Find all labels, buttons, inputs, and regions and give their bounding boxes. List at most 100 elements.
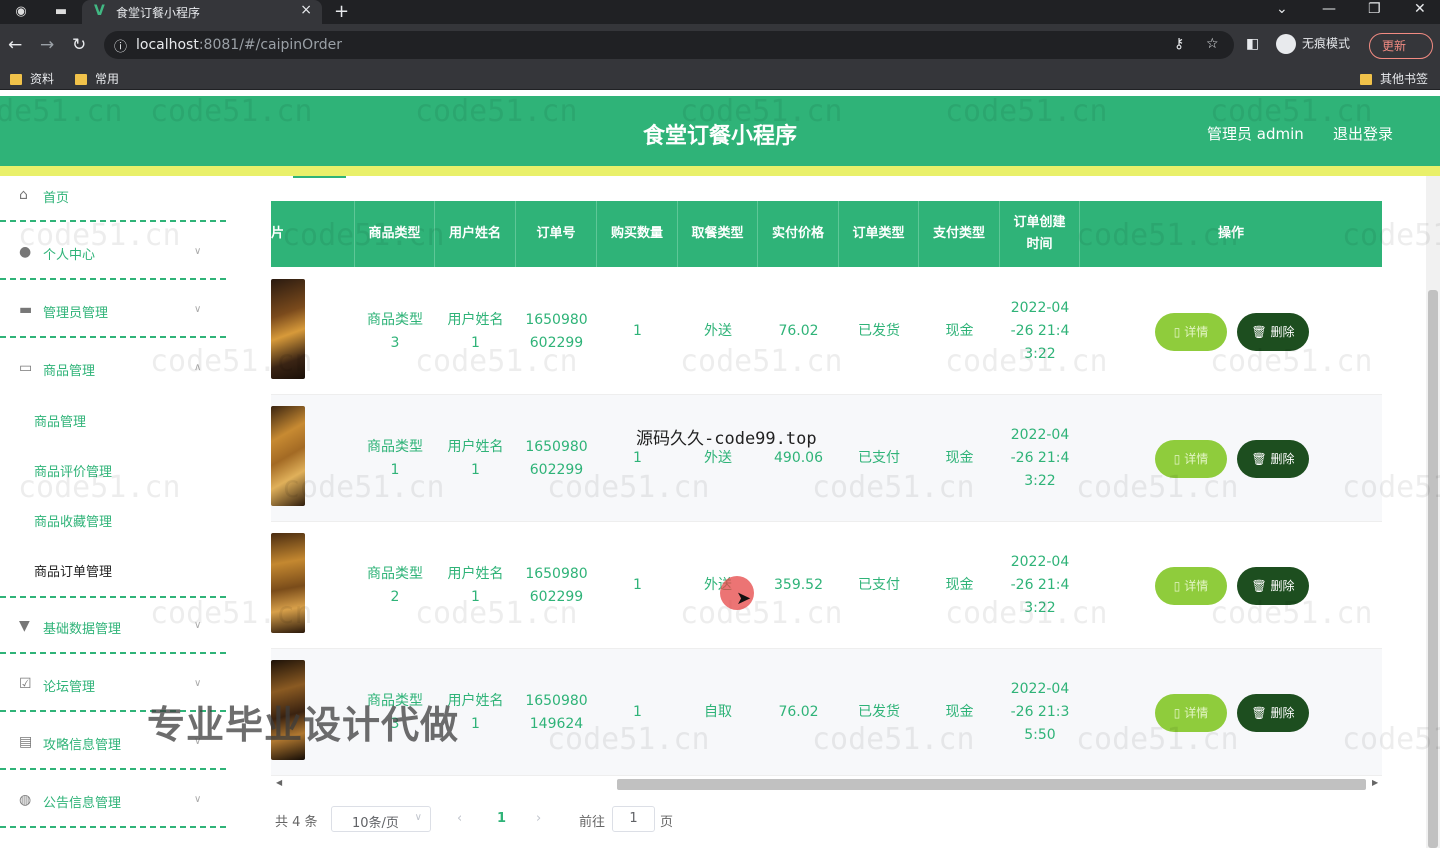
url-path: :8081/#/caipinOrder — [198, 37, 342, 53]
notice-icon: ◍ — [19, 792, 32, 808]
page-number-current[interactable]: 1 — [497, 811, 506, 826]
submenu-goods-favorite[interactable]: 商品收藏管理 — [34, 511, 112, 530]
scroll-right-icon[interactable]: ▶ — [1372, 778, 1378, 787]
chevron-down-icon: ∨ — [194, 246, 202, 257]
overlay-source-text: 源码久久-code99.top — [636, 429, 817, 449]
site-info-icon[interactable]: ⓘ — [114, 36, 127, 55]
col-price: 实付价格 — [758, 201, 839, 267]
col-order-type: 订单类型 — [839, 201, 919, 267]
url-field[interactable]: ⓘ localhost:8081/#/caipinOrder — [104, 31, 1234, 59]
app-header: 食堂订餐小程序 管理员 admin 退出登录 — [0, 96, 1440, 166]
cell-price: 76.02 — [778, 704, 819, 720]
user-icon: ● — [19, 244, 32, 260]
cell-qty: 1 — [633, 323, 642, 339]
detail-button[interactable]: ▯ 详情 — [1155, 567, 1227, 605]
submenu-goods-review[interactable]: 商品评价管理 — [34, 461, 112, 480]
tab-strip-icon[interactable]: ▬ — [52, 3, 70, 21]
prev-page-icon[interactable]: ‹ — [457, 811, 462, 826]
star-icon[interactable]: ☆ — [1206, 36, 1219, 52]
overlay-ad-text: 专业毕业设计代做 — [147, 703, 460, 747]
detail-button[interactable]: ▯ 详情 — [1155, 440, 1227, 478]
logout-link[interactable]: 退出登录 — [1333, 123, 1393, 144]
reload-icon[interactable]: ↻ — [72, 35, 86, 55]
cell-order-no: 1650980 149624 — [525, 692, 588, 732]
restore-icon[interactable]: ❐ — [1368, 1, 1381, 17]
bookmark-folder-1[interactable]: 资料 — [10, 70, 54, 87]
globe-icon[interactable]: ◉ — [12, 3, 30, 21]
address-bar: ← → ↻ ⓘ localhost:8081/#/caipinOrder ⚷ ☆… — [0, 24, 1440, 66]
tab-title: 食堂订餐小程序 — [116, 6, 201, 20]
update-button[interactable]: 更新 — [1369, 33, 1433, 59]
detail-button[interactable]: ▯ 详情 — [1155, 694, 1227, 732]
minimize-icon[interactable]: — — [1322, 1, 1336, 17]
cell-pay-type: 现金 — [945, 577, 974, 593]
cell-qty: 1 — [633, 577, 642, 593]
goto-page-input[interactable]: 1 — [612, 806, 655, 832]
sidebar-item-notice[interactable]: ◍ 公告信息管理 ∨ — [0, 770, 226, 828]
col-goods-type: 商品类型 — [355, 201, 435, 267]
bookmark-folder-2[interactable]: 常用 — [75, 70, 119, 87]
delete-button[interactable]: 🗑 删除 — [1237, 567, 1309, 605]
incognito-indicator[interactable]: 无痕模式 — [1276, 34, 1350, 54]
new-tab-icon[interactable]: + — [334, 1, 349, 22]
sidebar-item-admin[interactable]: ▬ 管理员管理 ∨ — [0, 280, 226, 338]
back-icon[interactable]: ← — [8, 35, 22, 55]
key-icon[interactable]: ⚷ — [1174, 36, 1184, 52]
home-icon: ⌂ — [19, 187, 28, 203]
browser-tabbar: ◉ ▬ V 食堂订餐小程序 × + ⌄ — ❐ ✕ — [0, 0, 1440, 24]
header-accent-bar — [0, 166, 1440, 176]
data-icon: ▼ — [19, 618, 30, 634]
cell-qty: 1 — [633, 704, 642, 720]
forward-icon[interactable]: → — [40, 35, 54, 55]
col-pickup: 取餐类型 — [678, 201, 758, 267]
admin-label: 管理员 admin — [1207, 125, 1304, 143]
chevron-down-icon: ∨ — [194, 620, 202, 631]
col-actions: 操作 — [1217, 226, 1244, 241]
url-host: localhost — [136, 37, 199, 53]
doc-icon: ▤ — [19, 734, 33, 750]
cell-user-name: 用户姓名 1 — [447, 311, 504, 351]
cell-pay-type: 现金 — [945, 323, 974, 339]
vertical-scroll-thumb[interactable] — [1428, 290, 1438, 848]
close-tab-icon[interactable]: × — [300, 2, 312, 18]
window-close-icon[interactable]: ✕ — [1414, 1, 1426, 17]
horizontal-scroll-thumb[interactable] — [617, 779, 1366, 790]
cell-goods-type: 商品类型 1 — [367, 438, 423, 478]
folder-icon — [10, 74, 22, 85]
table-header: 片 商品类型 用户姓名 订单号 购买数量 取餐类型 实付价格 订单类型 支付类型… — [271, 201, 1382, 267]
cell-price: 359.52 — [774, 577, 823, 593]
cell-pickup: 外送 — [704, 450, 732, 466]
page-size-select[interactable]: 10条/页 ∨ — [331, 806, 431, 832]
col-order-no: 订单号 — [516, 201, 597, 267]
submenu-goods-order[interactable]: 商品订单管理 — [34, 561, 112, 580]
cell-qty: 1 — [633, 450, 642, 466]
browser-tab[interactable]: V 食堂订餐小程序 × — [82, 0, 322, 24]
col-qty: 购买数量 — [597, 201, 678, 267]
delete-button[interactable]: 🗑 删除 — [1237, 694, 1309, 732]
tab-search-icon[interactable]: ⌄ — [1276, 1, 1288, 17]
next-page-icon[interactable]: › — [536, 811, 541, 826]
other-bookmarks[interactable]: 其他书签 — [1360, 70, 1428, 87]
cell-pickup: 外送 — [704, 323, 732, 339]
detail-button[interactable]: ▯ 详情 — [1155, 313, 1227, 351]
vue-logo-icon: V — [94, 3, 105, 19]
scroll-left-icon[interactable]: ◀ — [276, 778, 282, 787]
cell-created: 2022-04 -26 21:4 3:22 — [1010, 300, 1070, 362]
cell-created: 2022-04 -26 21:4 3:22 — [1010, 554, 1070, 616]
sidebar-item-home[interactable]: ⌂ 首页 — [0, 176, 226, 222]
food-thumbnail — [271, 533, 305, 633]
sidepanel-icon[interactable]: ◧ — [1246, 36, 1259, 52]
sidebar-item-goods[interactable]: ▭ 商品管理 ∧ — [0, 338, 226, 396]
cell-created: 2022-04 -26 21:3 5:50 — [1010, 681, 1070, 743]
cell-order-no: 1650980 602299 — [525, 565, 588, 605]
delete-button[interactable]: 🗑 删除 — [1237, 313, 1309, 351]
submenu-goods[interactable]: 商品管理 — [34, 411, 86, 430]
sidebar-item-profile[interactable]: ● 个人中心 ∨ — [0, 222, 226, 280]
col-image: 片 — [271, 201, 355, 267]
delete-button[interactable]: 🗑 删除 — [1237, 440, 1309, 478]
chevron-down-icon: ∨ — [414, 812, 422, 823]
sidebar-item-basedata[interactable]: ▼ 基础数据管理 ∨ — [0, 596, 226, 654]
page-unit-label: 页 — [660, 815, 674, 830]
cell-pay-type: 现金 — [945, 450, 974, 466]
chevron-down-icon: ∨ — [194, 794, 202, 805]
